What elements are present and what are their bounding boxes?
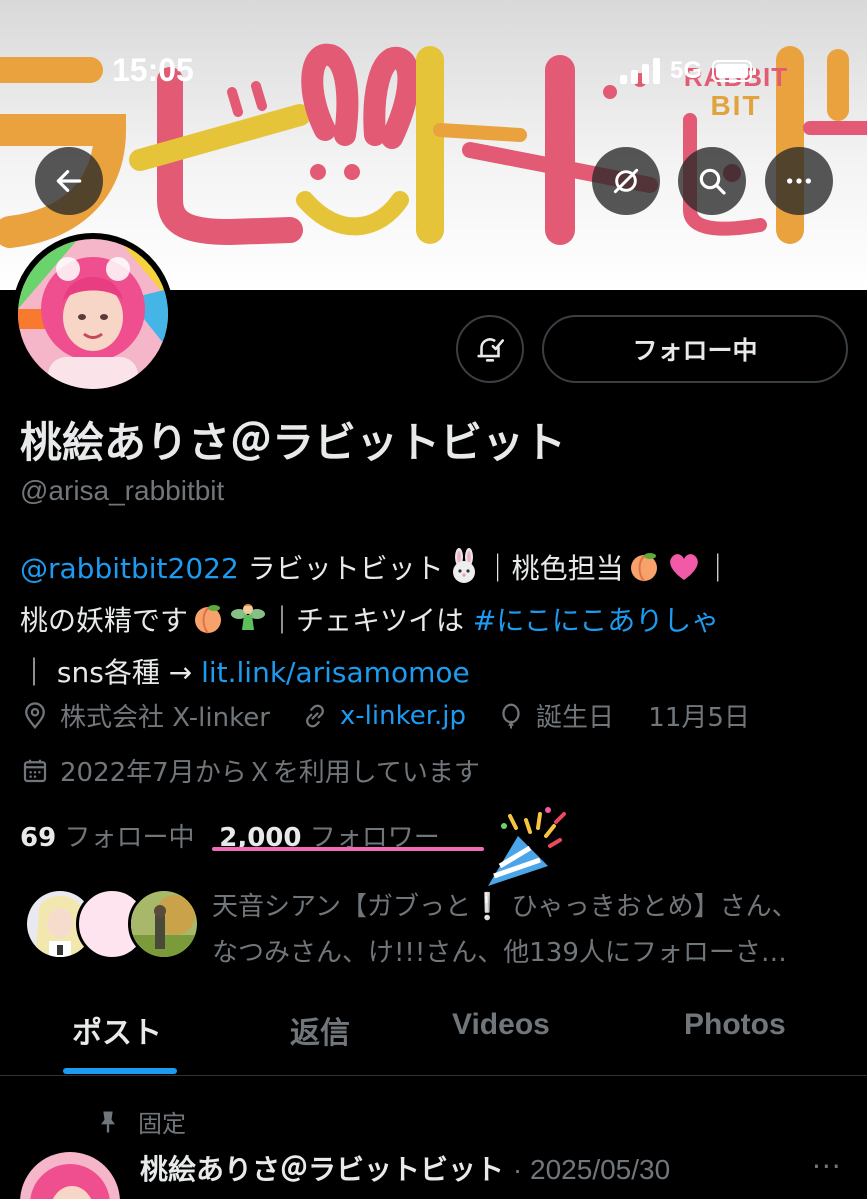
location-pin-icon	[25, 701, 45, 729]
known-followers-avatars[interactable]	[24, 888, 200, 960]
following-link[interactable]: 69 フォロー中	[20, 823, 194, 853]
bio-line-1: @rabbitbit2022 ラビットビット ｜桃色担当｜	[20, 543, 850, 595]
profile-website-link[interactable]: x-linker.jp	[340, 701, 466, 731]
post-author-name[interactable]: 桃絵ありさ＠ラビットビット	[140, 1153, 504, 1186]
tab-replies[interactable]: 返信	[290, 1008, 350, 1052]
avatar-photo	[18, 239, 168, 389]
notification-button[interactable]	[456, 315, 524, 383]
peach-emoji-icon	[195, 605, 222, 634]
peach-emoji-icon	[630, 553, 657, 582]
profile-location: 株式会社 X-linker	[60, 703, 270, 733]
balloon-icon	[502, 703, 520, 728]
pink-heart-emoji-icon	[669, 554, 698, 580]
arrow-left-icon	[56, 170, 82, 192]
bio-line-3: ｜ sns各種 → lit.link/arisamomoe	[20, 656, 470, 689]
rabbit-emoji-icon	[452, 548, 475, 583]
slash-circle-icon	[613, 168, 639, 194]
bio-hashtag-link[interactable]: #にこにこありしゃ	[473, 604, 719, 637]
pinned-label: 固定	[94, 1104, 186, 1139]
bio-line-2: 桃の妖精です ｜チェキツイは #にこにこありしゃ	[20, 595, 850, 647]
mute-button[interactable]	[592, 147, 660, 215]
profile-birthday: 誕生日 11月5日	[536, 703, 750, 733]
profile-bio: @rabbitbit2022 ラビットビット ｜桃色担当｜ 桃の妖精です ｜チェキツ…	[20, 543, 850, 699]
more-button[interactable]	[765, 147, 833, 215]
link-icon	[306, 704, 324, 727]
profile-meta-row-1: 株式会社 X-linker x-linker.jp 誕生日 11月5日	[20, 697, 750, 734]
network-type: 5G	[670, 57, 703, 84]
tab-posts[interactable]: ポスト	[72, 1008, 162, 1052]
bell-check-icon	[477, 338, 505, 362]
more-horizontal-icon	[787, 178, 811, 184]
back-button[interactable]	[35, 147, 103, 215]
post-more-button[interactable]: ···	[812, 1150, 842, 1183]
known-followers-text[interactable]: 天音シアン【ガブっと❕ ひゃっきおとめ】さん、 なつみさん、け!!!さん、他13…	[212, 884, 842, 976]
profile-meta-row-2: 2022年7月からＸを利用しています	[20, 752, 480, 789]
post-author-avatar[interactable]	[20, 1152, 120, 1199]
display-name: 桃絵ありさ＠ラビットビット	[20, 418, 567, 467]
user-handle: @arisa_rabbitbit	[20, 475, 225, 506]
pin-icon	[101, 1111, 115, 1132]
search-icon	[699, 168, 726, 195]
following-button[interactable]: フォロー中	[542, 315, 848, 383]
status-indicators: 5G	[620, 56, 757, 86]
avatar	[128, 888, 200, 960]
search-button[interactable]	[678, 147, 746, 215]
party-popper-icon	[488, 807, 566, 886]
tab-videos[interactable]: Videos	[452, 1008, 550, 1042]
bio-external-link[interactable]: lit.link/arisamomoe	[201, 656, 470, 689]
fairy-emoji-icon	[231, 604, 266, 630]
profile-tabs: ポスト 返信 Videos Photos	[0, 990, 867, 1076]
battery-icon	[712, 60, 757, 82]
status-time: 15:05	[112, 52, 194, 88]
profile-joined-date: 2022年7月からＸを利用しています	[60, 758, 480, 788]
post-date[interactable]: · 2025/05/30	[513, 1154, 670, 1185]
active-tab-indicator	[63, 1068, 177, 1074]
signal-icon	[620, 58, 660, 84]
calendar-icon	[23, 759, 47, 782]
post-header: 桃絵ありさ＠ラビットビット · 2025/05/30	[140, 1148, 670, 1188]
profile-avatar[interactable]	[12, 233, 174, 395]
bio-mention-link[interactable]: @rabbitbit2022	[20, 552, 239, 585]
tab-photos[interactable]: Photos	[684, 1008, 786, 1042]
followers-highlight-underline	[212, 847, 484, 851]
